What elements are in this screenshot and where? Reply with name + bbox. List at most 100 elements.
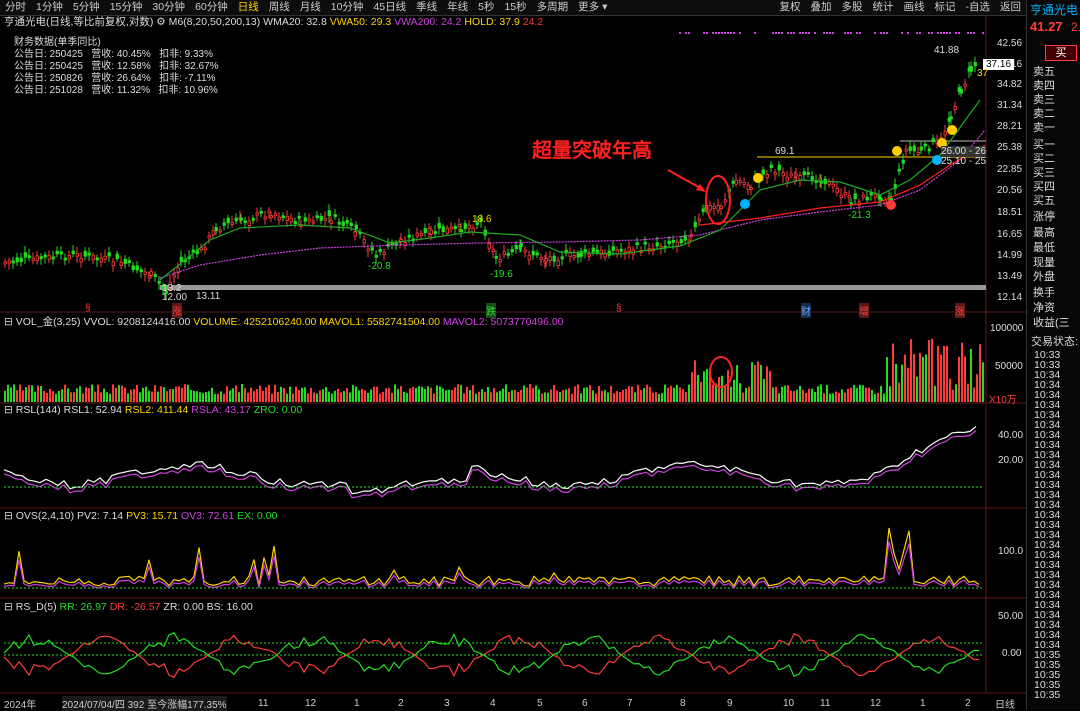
high-label: 41.88 xyxy=(934,45,960,56)
volume-bar xyxy=(67,388,69,402)
volume-bar xyxy=(763,378,765,402)
top-marker-dot xyxy=(847,32,849,34)
volume-bar xyxy=(592,390,594,402)
volume-bar xyxy=(268,384,270,402)
volume-bar xyxy=(43,390,45,402)
top-marker-dot xyxy=(916,32,918,34)
volume-bar xyxy=(847,388,849,402)
volume-bar xyxy=(697,375,699,402)
candle-body xyxy=(959,88,963,94)
marker-up[interactable]: 涨 xyxy=(955,303,965,318)
volume-bar xyxy=(454,387,456,402)
buy-button[interactable]: 买 xyxy=(1045,45,1077,61)
volume-bar xyxy=(538,389,540,402)
chart-canvas[interactable] xyxy=(0,0,1026,694)
price-tick: 18.51 xyxy=(997,207,1023,218)
volume-bar xyxy=(706,368,708,402)
marker-section[interactable]: § xyxy=(616,303,622,314)
candle-body xyxy=(419,233,423,236)
mavol2-value: MAVOL2: 5073770496.00 xyxy=(442,316,564,328)
volume-bar xyxy=(877,392,879,402)
top-marker-dot xyxy=(919,32,921,34)
marker-section[interactable]: § xyxy=(85,303,91,314)
buy-level: 买四 xyxy=(1033,181,1055,193)
volume-bar xyxy=(790,390,792,402)
candle-body xyxy=(611,246,615,251)
candle-body xyxy=(643,241,647,245)
candle-body xyxy=(407,234,411,238)
current-price: 41.27 xyxy=(1030,19,1063,34)
candle-body xyxy=(576,253,580,258)
stock-name[interactable]: 亨通光电 xyxy=(1030,3,1078,17)
candle-body xyxy=(31,257,35,261)
period-label[interactable]: 日线 xyxy=(995,696,1015,711)
volume-bar xyxy=(808,388,810,402)
volume-bar xyxy=(604,390,606,402)
collapse-icon[interactable]: ⊟ xyxy=(4,404,13,416)
candle-body xyxy=(315,215,319,219)
volume-bar xyxy=(289,386,291,402)
volume-bar xyxy=(700,381,702,402)
candle-body xyxy=(123,258,127,265)
price-change: 2. xyxy=(1071,20,1080,34)
volume-bar xyxy=(949,378,951,402)
top-marker-dot xyxy=(715,32,717,34)
volume-bar xyxy=(319,390,321,402)
volume-bar xyxy=(52,391,54,402)
volume-header: ⊟ VOL_金(3,25) VVOL: 9208124416.00 VOLUME… xyxy=(4,316,564,329)
collapse-icon[interactable]: ⊟ xyxy=(4,601,13,613)
volume-indicator-name[interactable]: VOL_金(3,25) xyxy=(16,316,81,328)
volume-bar xyxy=(883,393,885,402)
top-marker-dot xyxy=(730,32,732,34)
volume-bar xyxy=(334,390,336,402)
top-marker-dot xyxy=(856,32,858,34)
volume-bar xyxy=(49,388,51,402)
candle-body xyxy=(203,247,207,251)
volume-bar xyxy=(238,392,240,402)
volume-bar xyxy=(832,393,834,402)
volume-bar xyxy=(274,384,276,402)
collapse-icon[interactable]: ⊟ xyxy=(4,316,13,328)
ov3-value: OV3: 72.61 xyxy=(180,510,235,522)
top-marker-dot xyxy=(706,32,708,34)
ovs-indicator-name[interactable]: OVS(2,4,10) xyxy=(16,510,74,522)
volume-bar xyxy=(910,339,912,402)
volume-bar xyxy=(316,393,318,402)
volume-bar xyxy=(40,385,42,402)
volume-bar xyxy=(961,342,963,402)
volume-bar xyxy=(169,389,171,402)
candle-body xyxy=(23,252,27,258)
volume-bar xyxy=(139,392,141,402)
volume-bar xyxy=(622,389,624,402)
volume-bar xyxy=(190,389,192,402)
rsd-indicator-name[interactable]: RS_D(5) xyxy=(16,601,57,613)
volume-bar xyxy=(184,384,186,402)
rsl-header: ⊟ RSL(144) RSL1: 52.94 RSL2: 411.44 RSLA… xyxy=(4,404,302,417)
top-marker-dot xyxy=(679,32,681,34)
candle-body xyxy=(378,249,382,252)
marker-finance[interactable]: 财 xyxy=(801,303,811,318)
volume-bar xyxy=(124,387,126,402)
candle-body xyxy=(487,243,491,250)
marker-increase[interactable]: 增 xyxy=(859,303,869,318)
top-marker-dot xyxy=(973,32,975,34)
volume-bar xyxy=(337,388,339,402)
collapse-icon[interactable]: ⊟ xyxy=(4,510,13,522)
month-label: 2 xyxy=(398,698,404,709)
rsd-axis-0: 0.00 xyxy=(1002,648,1022,659)
candle-body xyxy=(234,217,238,222)
dr-line xyxy=(3,633,980,678)
volume-bar xyxy=(487,386,489,402)
volume-bar xyxy=(241,384,243,402)
candle-body xyxy=(211,230,215,236)
candle-body xyxy=(746,184,750,190)
candle-body xyxy=(27,255,31,259)
volume-bar xyxy=(955,384,957,402)
candle-body xyxy=(47,254,51,260)
volume-bar xyxy=(964,356,966,402)
rsl-indicator-name[interactable]: RSL(144) xyxy=(16,404,61,416)
top-marker-dot xyxy=(907,32,909,34)
candle-body xyxy=(157,280,161,284)
year-label: 2024年 xyxy=(4,700,37,711)
candle-body xyxy=(307,218,311,222)
